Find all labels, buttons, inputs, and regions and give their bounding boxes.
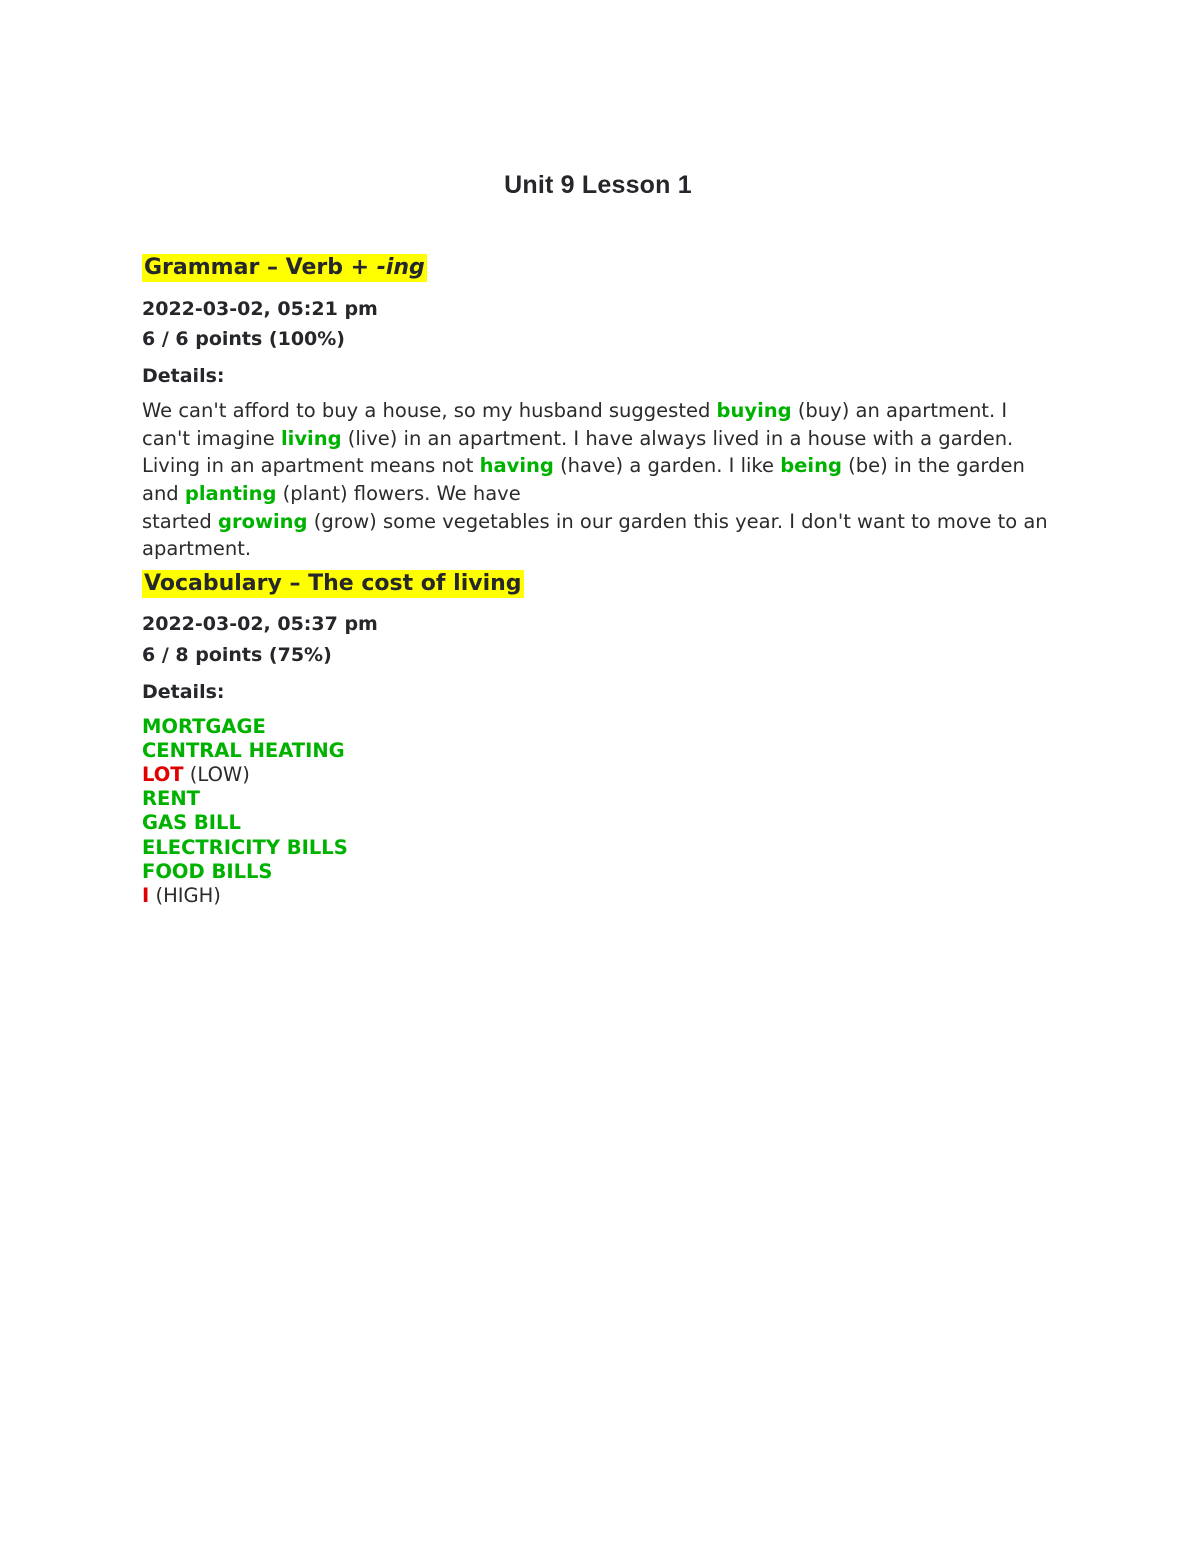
section-vocabulary-heading: Vocabulary – The cost of living bbox=[142, 569, 1054, 599]
section-grammar-heading-highlight: Grammar – Verb + -ing bbox=[142, 254, 427, 283]
answer-word: growing bbox=[218, 509, 308, 533]
section-grammar: Grammar – Verb + -ing 2022-03-02, 05:21 … bbox=[142, 253, 1054, 563]
answer-word: being bbox=[780, 454, 842, 478]
paragraph-text: started bbox=[142, 509, 218, 533]
paragraph-text: (plant) flowers. We have bbox=[276, 481, 521, 505]
section-grammar-heading-text: Grammar – Verb + bbox=[144, 255, 377, 281]
correct-answer: ELECTRICITY BILLS bbox=[142, 835, 348, 859]
section-grammar-heading: Grammar – Verb + -ing bbox=[142, 253, 1054, 283]
section-vocabulary: Vocabulary – The cost of living 2022-03-… bbox=[142, 569, 1054, 908]
vocabulary-details-label: Details: bbox=[142, 680, 225, 703]
correct-answer: MORTGAGE bbox=[142, 714, 266, 738]
answer-word: having bbox=[479, 454, 554, 478]
section-grammar-heading-italic: -ing bbox=[376, 255, 425, 281]
correct-answer: GAS BILL bbox=[142, 811, 241, 835]
list-item: I (HIGH) bbox=[142, 884, 1054, 908]
list-item: GAS BILL bbox=[142, 811, 1054, 835]
list-item: LOT (LOW) bbox=[142, 763, 1054, 787]
answer-word: planting bbox=[184, 481, 277, 505]
vocabulary-score: 6 / 8 points (75%) bbox=[142, 644, 332, 667]
section-vocabulary-heading-highlight: Vocabulary – The cost of living bbox=[142, 570, 524, 599]
correct-answer: FOOD BILLS bbox=[142, 859, 273, 883]
grammar-score: 6 / 6 points (100%) bbox=[142, 328, 345, 351]
grammar-answer-paragraph: We can't afford to buy a house, so my hu… bbox=[142, 397, 1054, 563]
correct-answer: RENT bbox=[142, 787, 200, 811]
list-item: RENT bbox=[142, 787, 1054, 811]
answer-note: (HIGH) bbox=[149, 883, 221, 907]
grammar-details-label: Details: bbox=[142, 365, 225, 388]
list-item: MORTGAGE bbox=[142, 715, 1054, 739]
list-item: FOOD BILLS bbox=[142, 860, 1054, 884]
paragraph-text: We can't afford to buy a house, so my hu… bbox=[142, 398, 717, 422]
document-content: Unit 9 Lesson 1 Grammar – Verb + -ing 20… bbox=[142, 170, 1054, 908]
answer-word: living bbox=[280, 426, 342, 450]
answer-word: buying bbox=[716, 398, 792, 422]
page-title: Unit 9 Lesson 1 bbox=[504, 171, 692, 199]
correct-answer: CENTRAL HEATING bbox=[142, 738, 345, 762]
grammar-timestamp: 2022-03-02, 05:21 pm bbox=[142, 297, 378, 320]
vocabulary-timestamp: 2022-03-02, 05:37 pm bbox=[142, 613, 378, 636]
answer-note: (LOW) bbox=[183, 763, 250, 787]
section-vocabulary-heading-text: Vocabulary – The cost of living bbox=[144, 571, 522, 597]
incorrect-answer: LOT bbox=[142, 763, 184, 787]
list-item: CENTRAL HEATING bbox=[142, 739, 1054, 763]
vocabulary-answer-list: MORTGAGE CENTRAL HEATING LOT (LOW) RENT GAS … bbox=[142, 715, 1054, 908]
paragraph-text: (have) a garden. I like bbox=[553, 454, 781, 478]
document-page: Unit 9 Lesson 1 Grammar – Verb + -ing 20… bbox=[0, 0, 1200, 1553]
list-item: ELECTRICITY BILLS bbox=[142, 836, 1054, 860]
